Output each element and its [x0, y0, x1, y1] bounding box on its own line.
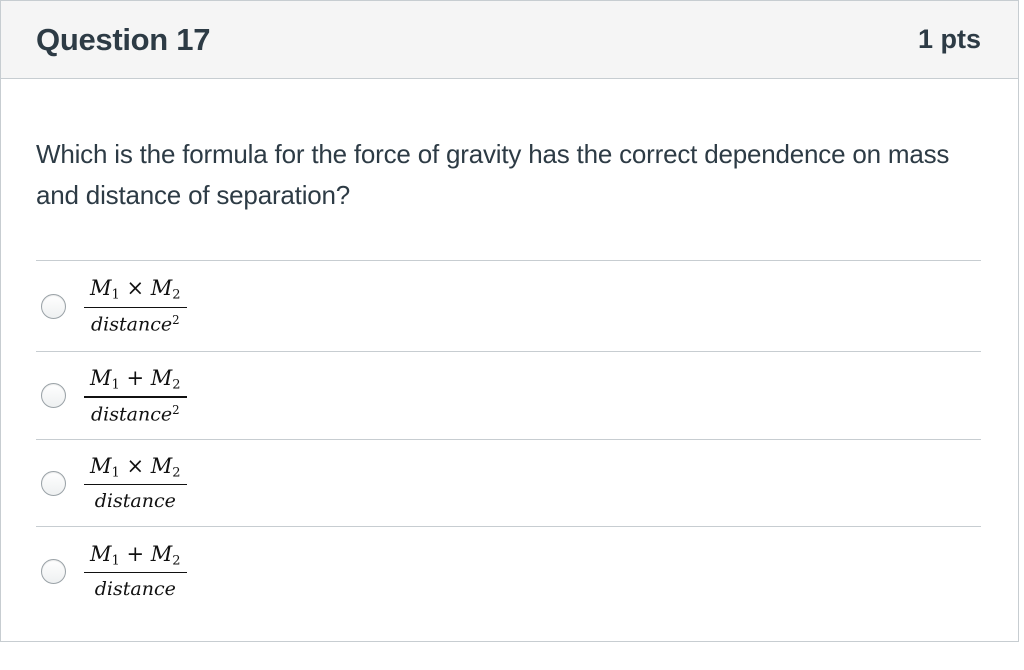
answer-list: M1 × M2 distance2 M1 + M2 distance2 M1 ×…	[36, 260, 981, 615]
question-text: Which is the formula for the force of gr…	[36, 139, 950, 210]
numerator-var2: M	[150, 453, 173, 478]
denominator-exponent: 2	[172, 402, 180, 417]
question-title: Question 17	[36, 21, 211, 57]
answer-formula: M1 × M2 distance2	[84, 276, 187, 336]
denominator-text: distance	[94, 578, 176, 601]
question-header: Question 17 1 pts	[1, 1, 1018, 79]
denominator-exponent: 2	[172, 313, 180, 328]
radio-button-icon[interactable]	[41, 293, 66, 319]
numerator-var2: M	[150, 365, 173, 390]
numerator-var1: M	[90, 453, 112, 478]
formula-denominator: distance2	[89, 398, 182, 425]
numerator-sub2: 2	[172, 287, 181, 303]
numerator-sub1: 1	[111, 287, 120, 303]
numerator-sub2: 2	[172, 552, 181, 568]
answer-option-3[interactable]: M1 × M2 distance	[36, 440, 981, 527]
numerator-sub1: 1	[111, 464, 120, 480]
formula-numerator: M1 × M2	[84, 454, 187, 484]
numerator-sub2: 2	[172, 377, 181, 393]
numerator-operator: +	[126, 541, 145, 566]
answer-option-4[interactable]: M1 + M2 distance	[36, 527, 981, 615]
answer-formula: M1 + M2 distance2	[84, 366, 187, 425]
denominator-text: distance	[94, 490, 176, 513]
numerator-var2: M	[150, 276, 173, 301]
formula-numerator: M1 × M2	[84, 276, 187, 306]
answer-option-2[interactable]: M1 + M2 distance2	[36, 352, 981, 440]
radio-button-icon[interactable]	[41, 383, 66, 408]
numerator-operator: ×	[126, 276, 145, 301]
question-body: Which is the formula for the force of gr…	[1, 79, 1018, 615]
numerator-operator: ×	[126, 453, 145, 478]
numerator-var2: M	[150, 541, 173, 566]
numerator-sub1: 1	[111, 377, 120, 393]
answer-formula: M1 + M2 distance	[84, 542, 187, 600]
denominator-text: distance	[91, 313, 173, 336]
answer-formula: M1 × M2 distance	[84, 454, 187, 512]
denominator-text: distance	[91, 403, 173, 426]
question-card: Question 17 1 pts Which is the formula f…	[0, 0, 1019, 642]
numerator-var1: M	[90, 541, 112, 566]
numerator-sub1: 1	[111, 552, 120, 568]
radio-button-icon[interactable]	[41, 470, 66, 496]
formula-denominator: distance	[93, 485, 178, 512]
numerator-sub2: 2	[172, 464, 181, 480]
numerator-var1: M	[90, 276, 112, 301]
formula-numerator: M1 + M2	[84, 366, 187, 396]
formula-denominator: distance	[93, 573, 178, 600]
numerator-var1: M	[90, 365, 112, 390]
numerator-operator: +	[126, 365, 145, 390]
question-points: 1 pts	[917, 24, 981, 54]
formula-denominator: distance2	[89, 308, 182, 335]
answer-option-1[interactable]: M1 × M2 distance2	[36, 261, 981, 352]
formula-numerator: M1 + M2	[84, 542, 187, 572]
radio-button-icon[interactable]	[41, 558, 66, 584]
